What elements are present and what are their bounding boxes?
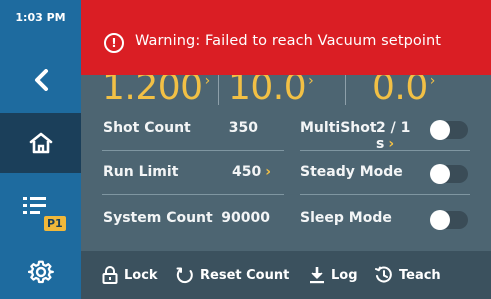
bottom-toolbar: Lock Reset Count Log Teach [81,251,491,299]
toggle-knob [430,120,450,140]
shot-count-value: 350 [228,120,258,136]
steady-mode-toggle[interactable] [430,164,468,184]
home-button[interactable] [0,113,81,173]
reset-icon [176,267,193,284]
sleep-mode-toggle[interactable] [430,210,468,230]
settings-button[interactable] [0,242,81,299]
divider [102,150,284,151]
back-button[interactable] [0,50,81,110]
run-limit-chevron: › [265,164,272,180]
divider [218,75,219,105]
setpoint-3[interactable]: 0.0 › [372,70,435,106]
divider [300,194,470,195]
steady-mode-label: Steady Mode [300,164,403,180]
exclamation-icon: ! [104,33,124,53]
sidebar: 1:03 PM P1 [0,0,81,299]
gear-icon [27,260,54,284]
setpoint-2[interactable]: 10.0 › [228,70,314,106]
multishot-label: MultiShot [300,120,377,136]
divider [345,75,346,105]
reset-count-label: Reset Count [200,267,290,283]
log-button[interactable]: Log [309,251,358,299]
warning-banner[interactable]: ! Warning: Failed to reach Vacuum setpoi… [81,0,491,75]
toggle-knob [430,164,450,184]
warning-message: Warning: Failed to reach Vacuum setpoint [135,33,442,49]
back-chevron-icon [34,69,48,91]
shot-count-label: Shot Count [103,120,191,136]
multishot-setting[interactable]: 2 / 1 s › [376,120,432,152]
lock-label: Lock [124,267,158,283]
teach-icon [375,266,392,283]
run-limit-setting[interactable]: 450 › [214,164,272,180]
teach-button[interactable]: Teach [375,251,441,299]
log-label: Log [331,267,358,283]
teach-label: Teach [399,267,441,283]
reset-count-button[interactable]: Reset Count [176,251,289,299]
home-icon [29,132,52,154]
clock: 1:03 PM [15,10,66,24]
setpoint-2-chevron: › [308,73,314,89]
sleep-mode-label: Sleep Mode [300,210,392,226]
lock-button[interactable]: Lock [102,251,158,299]
run-limit-value: 450 [232,164,262,180]
lock-icon [102,266,118,284]
system-count-value: 90000 [221,210,270,226]
setpoint-1[interactable]: 1.200 › [102,70,210,106]
download-icon [310,267,324,284]
divider [300,150,470,151]
toggle-knob [430,210,450,230]
multishot-toggle[interactable] [430,120,468,140]
program-badge: P1 [44,216,66,231]
run-limit-label: Run Limit [103,164,179,180]
system-count-label: System Count [103,210,213,226]
setpoint-1-chevron: › [204,73,211,89]
divider [102,194,284,195]
setpoint-3-chevron: › [429,73,436,89]
program-list-button[interactable]: P1 [0,182,81,242]
